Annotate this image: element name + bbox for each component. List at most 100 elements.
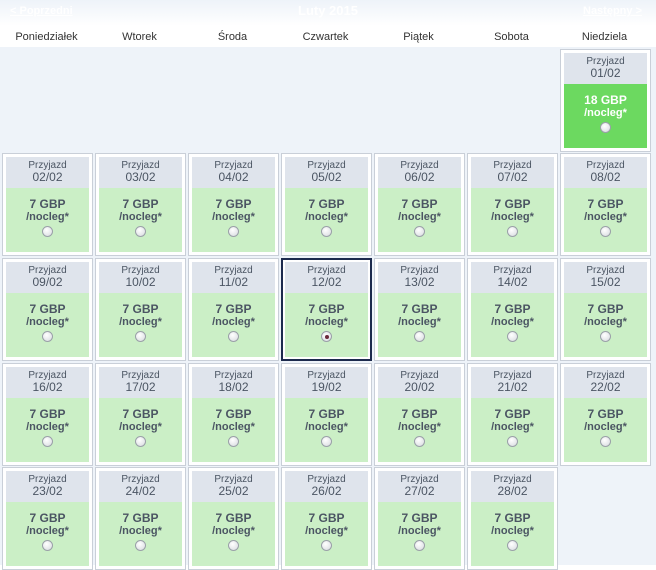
- select-date-radio[interactable]: [228, 226, 239, 237]
- arrival-date: 28/02: [497, 484, 528, 498]
- price-amount: 7 GBP: [401, 302, 438, 316]
- select-date-radio[interactable]: [414, 331, 425, 342]
- day-cell-price: 7 GBP/nocleg*: [378, 188, 461, 252]
- select-date-radio[interactable]: [135, 226, 146, 237]
- weekday-thursday: Czwartek: [302, 31, 349, 43]
- day-cell[interactable]: Przyjazd 02/02 7 GBP/nocleg*: [2, 153, 93, 256]
- arrival-label: Przyjazd: [400, 474, 439, 485]
- select-date-radio[interactable]: [42, 226, 53, 237]
- select-date-radio[interactable]: [507, 226, 518, 237]
- day-cell-price: 7 GBP/nocleg*: [564, 188, 647, 252]
- day-cell[interactable]: Przyjazd 24/02 7 GBP/nocleg*: [95, 467, 186, 570]
- select-date-radio[interactable]: [321, 436, 332, 447]
- select-date-radio[interactable]: [600, 122, 611, 133]
- select-date-radio[interactable]: [321, 540, 332, 551]
- price-amount: 7 GBP: [401, 197, 438, 211]
- price-per-night: /nocleg*: [305, 316, 348, 328]
- select-date-radio[interactable]: [321, 226, 332, 237]
- select-date-radio[interactable]: [600, 436, 611, 447]
- day-cell[interactable]: Przyjazd 15/02 7 GBP/nocleg*: [560, 258, 651, 361]
- select-date-radio[interactable]: [507, 540, 518, 551]
- select-date-radio[interactable]: [135, 540, 146, 551]
- day-cell[interactable]: Przyjazd 03/02 7 GBP/nocleg*: [95, 153, 186, 256]
- price-amount: 7 GBP: [308, 197, 345, 211]
- next-month-link[interactable]: Następny >: [583, 5, 642, 17]
- select-date-radio[interactable]: [507, 331, 518, 342]
- day-cell[interactable]: Przyjazd 28/02 7 GBP/nocleg*: [467, 467, 558, 570]
- select-date-radio[interactable]: [42, 540, 53, 551]
- select-date-radio[interactable]: [228, 436, 239, 447]
- arrival-label: Przyjazd: [400, 160, 439, 171]
- day-cell[interactable]: Przyjazd 25/02 7 GBP/nocleg*: [188, 467, 279, 570]
- day-cell[interactable]: Przyjazd 10/02 7 GBP/nocleg*: [95, 258, 186, 361]
- arrival-date: 14/02: [497, 275, 528, 289]
- arrival-date: 02/02: [32, 170, 63, 184]
- arrival-date: 21/02: [497, 380, 528, 394]
- select-date-radio[interactable]: [42, 331, 53, 342]
- day-cell-price: 18 GBP/nocleg*: [564, 84, 647, 148]
- day-cell[interactable]: Przyjazd 18/02 7 GBP/nocleg*: [188, 363, 279, 466]
- price-amount: 7 GBP: [494, 302, 531, 316]
- select-date-radio[interactable]: [228, 540, 239, 551]
- select-date-radio[interactable]: [42, 436, 53, 447]
- day-cell[interactable]: Przyjazd 07/02 7 GBP/nocleg*: [467, 153, 558, 256]
- day-cell-price: 7 GBP/nocleg*: [192, 502, 275, 566]
- day-cell[interactable]: Przyjazd 05/02 7 GBP/nocleg*: [281, 153, 372, 256]
- day-cell[interactable]: Przyjazd 21/02 7 GBP/nocleg*: [467, 363, 558, 466]
- select-date-radio[interactable]: [600, 331, 611, 342]
- select-date-radio[interactable]: [414, 436, 425, 447]
- price-amount: 7 GBP: [215, 197, 252, 211]
- day-cell-price: 7 GBP/nocleg*: [99, 398, 182, 462]
- arrival-label: Przyjazd: [586, 265, 625, 276]
- day-cell-price: 7 GBP/nocleg*: [378, 293, 461, 357]
- day-cell[interactable]: Przyjazd 14/02 7 GBP/nocleg*: [467, 258, 558, 361]
- select-date-radio[interactable]: [414, 540, 425, 551]
- day-cell-price: 7 GBP/nocleg*: [471, 398, 554, 462]
- select-date-radio[interactable]: [507, 436, 518, 447]
- arrival-date: 27/02: [404, 484, 435, 498]
- price-amount: 7 GBP: [587, 302, 624, 316]
- day-cell-header: Przyjazd 20/02: [378, 367, 461, 398]
- day-cell[interactable]: Przyjazd 17/02 7 GBP/nocleg*: [95, 363, 186, 466]
- day-cell[interactable]: Przyjazd 04/02 7 GBP/nocleg*: [188, 153, 279, 256]
- select-date-radio[interactable]: [600, 226, 611, 237]
- day-cell[interactable]: Przyjazd 13/02 7 GBP/nocleg*: [374, 258, 465, 361]
- day-cell[interactable]: Przyjazd 12/02 7 GBP/nocleg*: [281, 258, 372, 361]
- arrival-label: Przyjazd: [307, 265, 346, 276]
- select-date-radio[interactable]: [414, 226, 425, 237]
- select-date-radio[interactable]: [135, 436, 146, 447]
- price-amount: 7 GBP: [308, 511, 345, 525]
- day-cell-price: 7 GBP/nocleg*: [285, 293, 368, 357]
- weekday-sunday: Niedziela: [581, 31, 628, 43]
- day-cell[interactable]: Przyjazd 23/02 7 GBP/nocleg*: [2, 467, 93, 570]
- day-cell[interactable]: Przyjazd 26/02 7 GBP/nocleg*: [281, 467, 372, 570]
- arrival-date: 13/02: [404, 275, 435, 289]
- day-cell[interactable]: Przyjazd 27/02 7 GBP/nocleg*: [374, 467, 465, 570]
- day-cell[interactable]: Przyjazd 19/02 7 GBP/nocleg*: [281, 363, 372, 466]
- day-cell-header: Przyjazd 01/02: [564, 53, 647, 84]
- arrival-date: 23/02: [32, 484, 63, 498]
- day-cell[interactable]: Przyjazd 22/02 7 GBP/nocleg*: [560, 363, 651, 466]
- day-cell-header: Przyjazd 21/02: [471, 367, 554, 398]
- day-cell[interactable]: Przyjazd 16/02 7 GBP/nocleg*: [2, 363, 93, 466]
- day-cell[interactable]: Przyjazd 08/02 7 GBP/nocleg*: [560, 153, 651, 256]
- price-per-night: /nocleg*: [584, 211, 627, 223]
- arrival-date: 15/02: [590, 275, 621, 289]
- day-cell[interactable]: Przyjazd 20/02 7 GBP/nocleg*: [374, 363, 465, 466]
- select-date-radio[interactable]: [228, 331, 239, 342]
- arrival-label: Przyjazd: [586, 160, 625, 171]
- select-date-radio[interactable]: [321, 331, 332, 342]
- day-cell[interactable]: Przyjazd 09/02 7 GBP/nocleg*: [2, 258, 93, 361]
- day-cell-price: 7 GBP/nocleg*: [471, 502, 554, 566]
- day-cell-price: 7 GBP/nocleg*: [564, 398, 647, 462]
- day-cell-header: Przyjazd 23/02: [6, 471, 89, 502]
- arrival-label: Przyjazd: [307, 474, 346, 485]
- day-cell[interactable]: Przyjazd 11/02 7 GBP/nocleg*: [188, 258, 279, 361]
- day-cell-header: Przyjazd 13/02: [378, 262, 461, 293]
- weekday-monday: Poniedziałek: [15, 31, 78, 43]
- day-cell[interactable]: Przyjazd 06/02 7 GBP/nocleg*: [374, 153, 465, 256]
- day-cell-price: 7 GBP/nocleg*: [99, 502, 182, 566]
- month-title: Luty 2015: [298, 3, 358, 18]
- day-cell[interactable]: Przyjazd 01/02 18 GBP/nocleg*: [560, 49, 651, 152]
- select-date-radio[interactable]: [135, 331, 146, 342]
